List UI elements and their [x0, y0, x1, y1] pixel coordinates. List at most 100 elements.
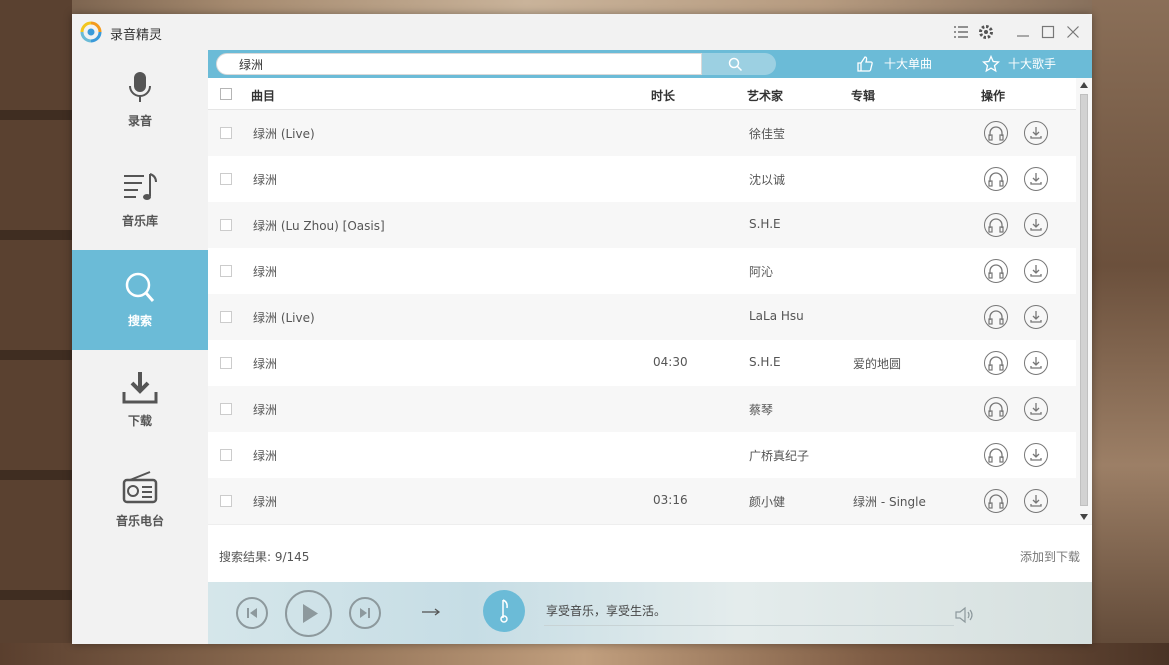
download-icon [1030, 311, 1042, 323]
select-all-checkbox[interactable] [220, 88, 232, 100]
track-title: 绿洲 [253, 357, 278, 371]
scroll-up-arrow-icon[interactable] [1080, 82, 1088, 88]
title-bar: 录音精灵 [72, 14, 1092, 50]
next-button[interactable] [349, 597, 381, 629]
table-row[interactable]: 绿洲 广桥真纪子 [208, 432, 1076, 478]
track-title: 绿洲 [253, 495, 278, 509]
listen-button[interactable] [984, 305, 1008, 329]
sidebar-item-library[interactable]: 音乐库 [72, 150, 208, 250]
column-title: 曲目 [251, 89, 276, 103]
play-order-arrow-icon[interactable] [420, 606, 442, 618]
search-result-count: 搜索结果: 9/145 [219, 550, 310, 564]
track-artist: S.H.E [749, 355, 781, 369]
download-button[interactable] [1024, 259, 1048, 283]
listen-button[interactable] [984, 121, 1008, 145]
maximize-icon[interactable] [1039, 23, 1057, 41]
add-to-download-link[interactable]: 添加到下载 [1020, 548, 1080, 565]
listen-button[interactable] [984, 443, 1008, 467]
listen-button[interactable] [984, 397, 1008, 421]
play-button[interactable] [285, 590, 332, 637]
vertical-scrollbar[interactable] [1076, 78, 1092, 524]
app-window: 录音精灵 录音 音乐库 搜索 下载 音乐电台 绿洲 十大单曲 十大歌手 曲目 时… [72, 14, 1092, 644]
table-row[interactable]: 绿洲 蔡琴 [208, 386, 1076, 432]
play-icon [303, 604, 318, 623]
column-duration: 时长 [651, 89, 676, 103]
headphones-icon [988, 310, 1004, 325]
row-checkbox[interactable] [220, 357, 232, 369]
download-button[interactable] [1024, 305, 1048, 329]
scrollbar-thumb[interactable] [1080, 94, 1088, 506]
sidebar-item-search[interactable]: 搜索 [72, 250, 208, 350]
minimize-icon[interactable] [1014, 23, 1032, 41]
table-row[interactable]: 绿洲 沈以诚 [208, 156, 1076, 202]
track-album: 绿洲 - Single [853, 495, 926, 509]
background-left [0, 0, 72, 665]
table-row[interactable]: 绿洲 阿沁 [208, 248, 1076, 294]
track-artist: S.H.E [749, 217, 781, 231]
table-row[interactable]: 绿洲 (Live) 徐佳莹 [208, 110, 1076, 156]
download-button[interactable] [1024, 351, 1048, 375]
sidebar-item-download[interactable]: 下载 [72, 350, 208, 450]
table-row[interactable]: 绿洲 03:16 颜小健 绿洲 - Single [208, 478, 1076, 524]
row-checkbox[interactable] [220, 219, 232, 231]
thumbs-up-icon [857, 56, 873, 72]
row-checkbox[interactable] [220, 173, 232, 185]
listen-button[interactable] [984, 351, 1008, 375]
playback-progress-bar[interactable] [544, 625, 954, 626]
menu-list-icon[interactable] [952, 23, 970, 41]
headphones-icon [988, 356, 1004, 371]
row-checkbox[interactable] [220, 127, 232, 139]
top-singers-label: 十大歌手 [1008, 57, 1057, 71]
track-artist: 徐佳莹 [749, 127, 786, 141]
table-row[interactable]: 绿洲 04:30 S.H.E 爱的地圆 [208, 340, 1076, 386]
sidebar-label: 搜索 [127, 314, 152, 328]
search-icon [728, 57, 743, 72]
app-logo-icon [80, 21, 102, 43]
row-checkbox[interactable] [220, 449, 232, 461]
close-icon[interactable] [1064, 23, 1082, 41]
table-row[interactable]: 绿洲 (Live) LaLa Hsu [208, 294, 1076, 340]
headphones-icon [988, 494, 1004, 509]
search-button[interactable] [702, 53, 776, 75]
download-button[interactable] [1024, 121, 1048, 145]
track-title: 绿洲 (Live) [253, 127, 315, 141]
search-input[interactable] [216, 53, 702, 75]
background-bottom [0, 643, 1169, 665]
now-playing-disc[interactable] [483, 590, 525, 632]
download-icon [1030, 357, 1042, 369]
row-checkbox[interactable] [220, 265, 232, 277]
listen-button[interactable] [984, 259, 1008, 283]
column-album: 专辑 [851, 89, 876, 103]
scroll-down-arrow-icon[interactable] [1080, 514, 1088, 520]
track-title: 绿洲 [253, 173, 278, 187]
table-row[interactable]: 绿洲 (Lu Zhou) [Oasis] S.H.E [208, 202, 1076, 248]
headphones-icon [988, 264, 1004, 279]
volume-icon[interactable] [954, 606, 976, 624]
headphones-icon [988, 126, 1004, 141]
sidebar-item-radio[interactable]: 音乐电台 [72, 450, 208, 550]
listen-button[interactable] [984, 489, 1008, 513]
column-artist: 艺术家 [747, 89, 784, 103]
download-button[interactable] [1024, 213, 1048, 237]
headphones-icon [988, 218, 1004, 233]
row-checkbox[interactable] [220, 495, 232, 507]
sidebar-item-record[interactable]: 录音 [72, 50, 208, 150]
listen-button[interactable] [984, 213, 1008, 237]
sidebar: 录音 音乐库 搜索 下载 音乐电台 [72, 50, 208, 644]
track-title: 绿洲 (Lu Zhou) [Oasis] [253, 219, 385, 233]
download-button[interactable] [1024, 397, 1048, 421]
skip-previous-icon [247, 608, 257, 618]
download-icon [122, 372, 158, 404]
row-checkbox[interactable] [220, 403, 232, 415]
sidebar-label: 音乐库 [121, 214, 158, 228]
download-button[interactable] [1024, 489, 1048, 513]
track-artist: 广桥真纪子 [749, 449, 810, 463]
settings-gear-icon[interactable] [977, 23, 995, 41]
download-icon [1030, 219, 1042, 231]
previous-button[interactable] [236, 597, 268, 629]
sidebar-label: 音乐电台 [115, 514, 164, 528]
download-button[interactable] [1024, 167, 1048, 191]
listen-button[interactable] [984, 167, 1008, 191]
row-checkbox[interactable] [220, 311, 232, 323]
download-button[interactable] [1024, 443, 1048, 467]
